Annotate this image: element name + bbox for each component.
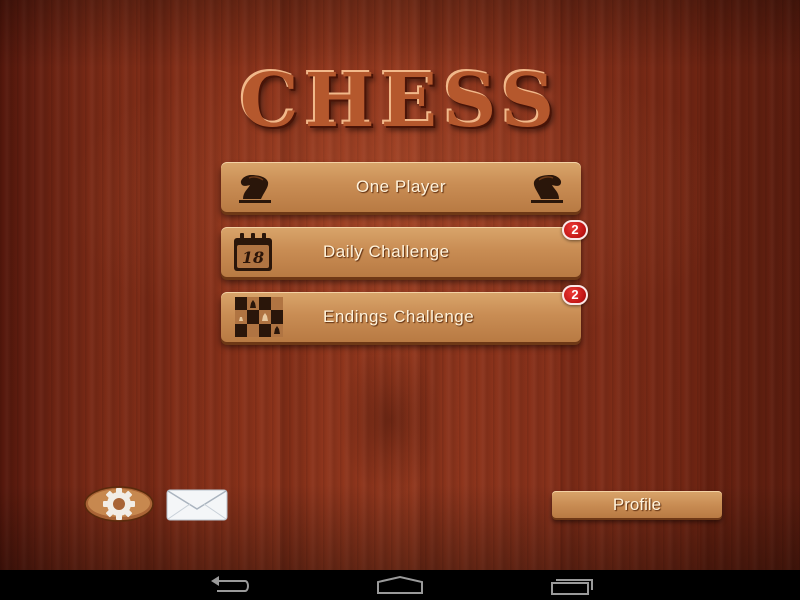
endings-challenge-badge: 2 bbox=[562, 285, 588, 305]
home-icon[interactable] bbox=[376, 575, 424, 595]
one-player-button[interactable]: One Player bbox=[221, 162, 581, 212]
calendar-day-number: 18 bbox=[241, 248, 265, 267]
recent-apps-icon[interactable] bbox=[548, 575, 596, 595]
gear-icon[interactable] bbox=[84, 486, 154, 522]
endings-challenge-button[interactable]: Endings Challenge bbox=[221, 292, 581, 342]
profile-button[interactable]: Profile bbox=[552, 491, 722, 518]
daily-challenge-badge: 2 bbox=[562, 220, 588, 240]
envelope-icon[interactable] bbox=[166, 489, 228, 521]
game-title: CHESS bbox=[239, 58, 561, 144]
system-navigation-bar bbox=[0, 570, 800, 600]
calendar-icon: 18 bbox=[233, 232, 273, 272]
main-menu-screen: CHESS One Player 18 Daily Challenge 2 En… bbox=[0, 0, 800, 570]
chessboard-icon bbox=[235, 297, 283, 337]
profile-label: Profile bbox=[612, 495, 662, 514]
daily-challenge-button[interactable]: 18 Daily Challenge bbox=[221, 227, 581, 277]
endings-challenge-label: Endings Challenge bbox=[323, 307, 475, 326]
daily-challenge-label: Daily Challenge bbox=[323, 242, 450, 261]
back-arrow-icon[interactable] bbox=[205, 575, 253, 595]
knight-icon bbox=[531, 175, 563, 203]
